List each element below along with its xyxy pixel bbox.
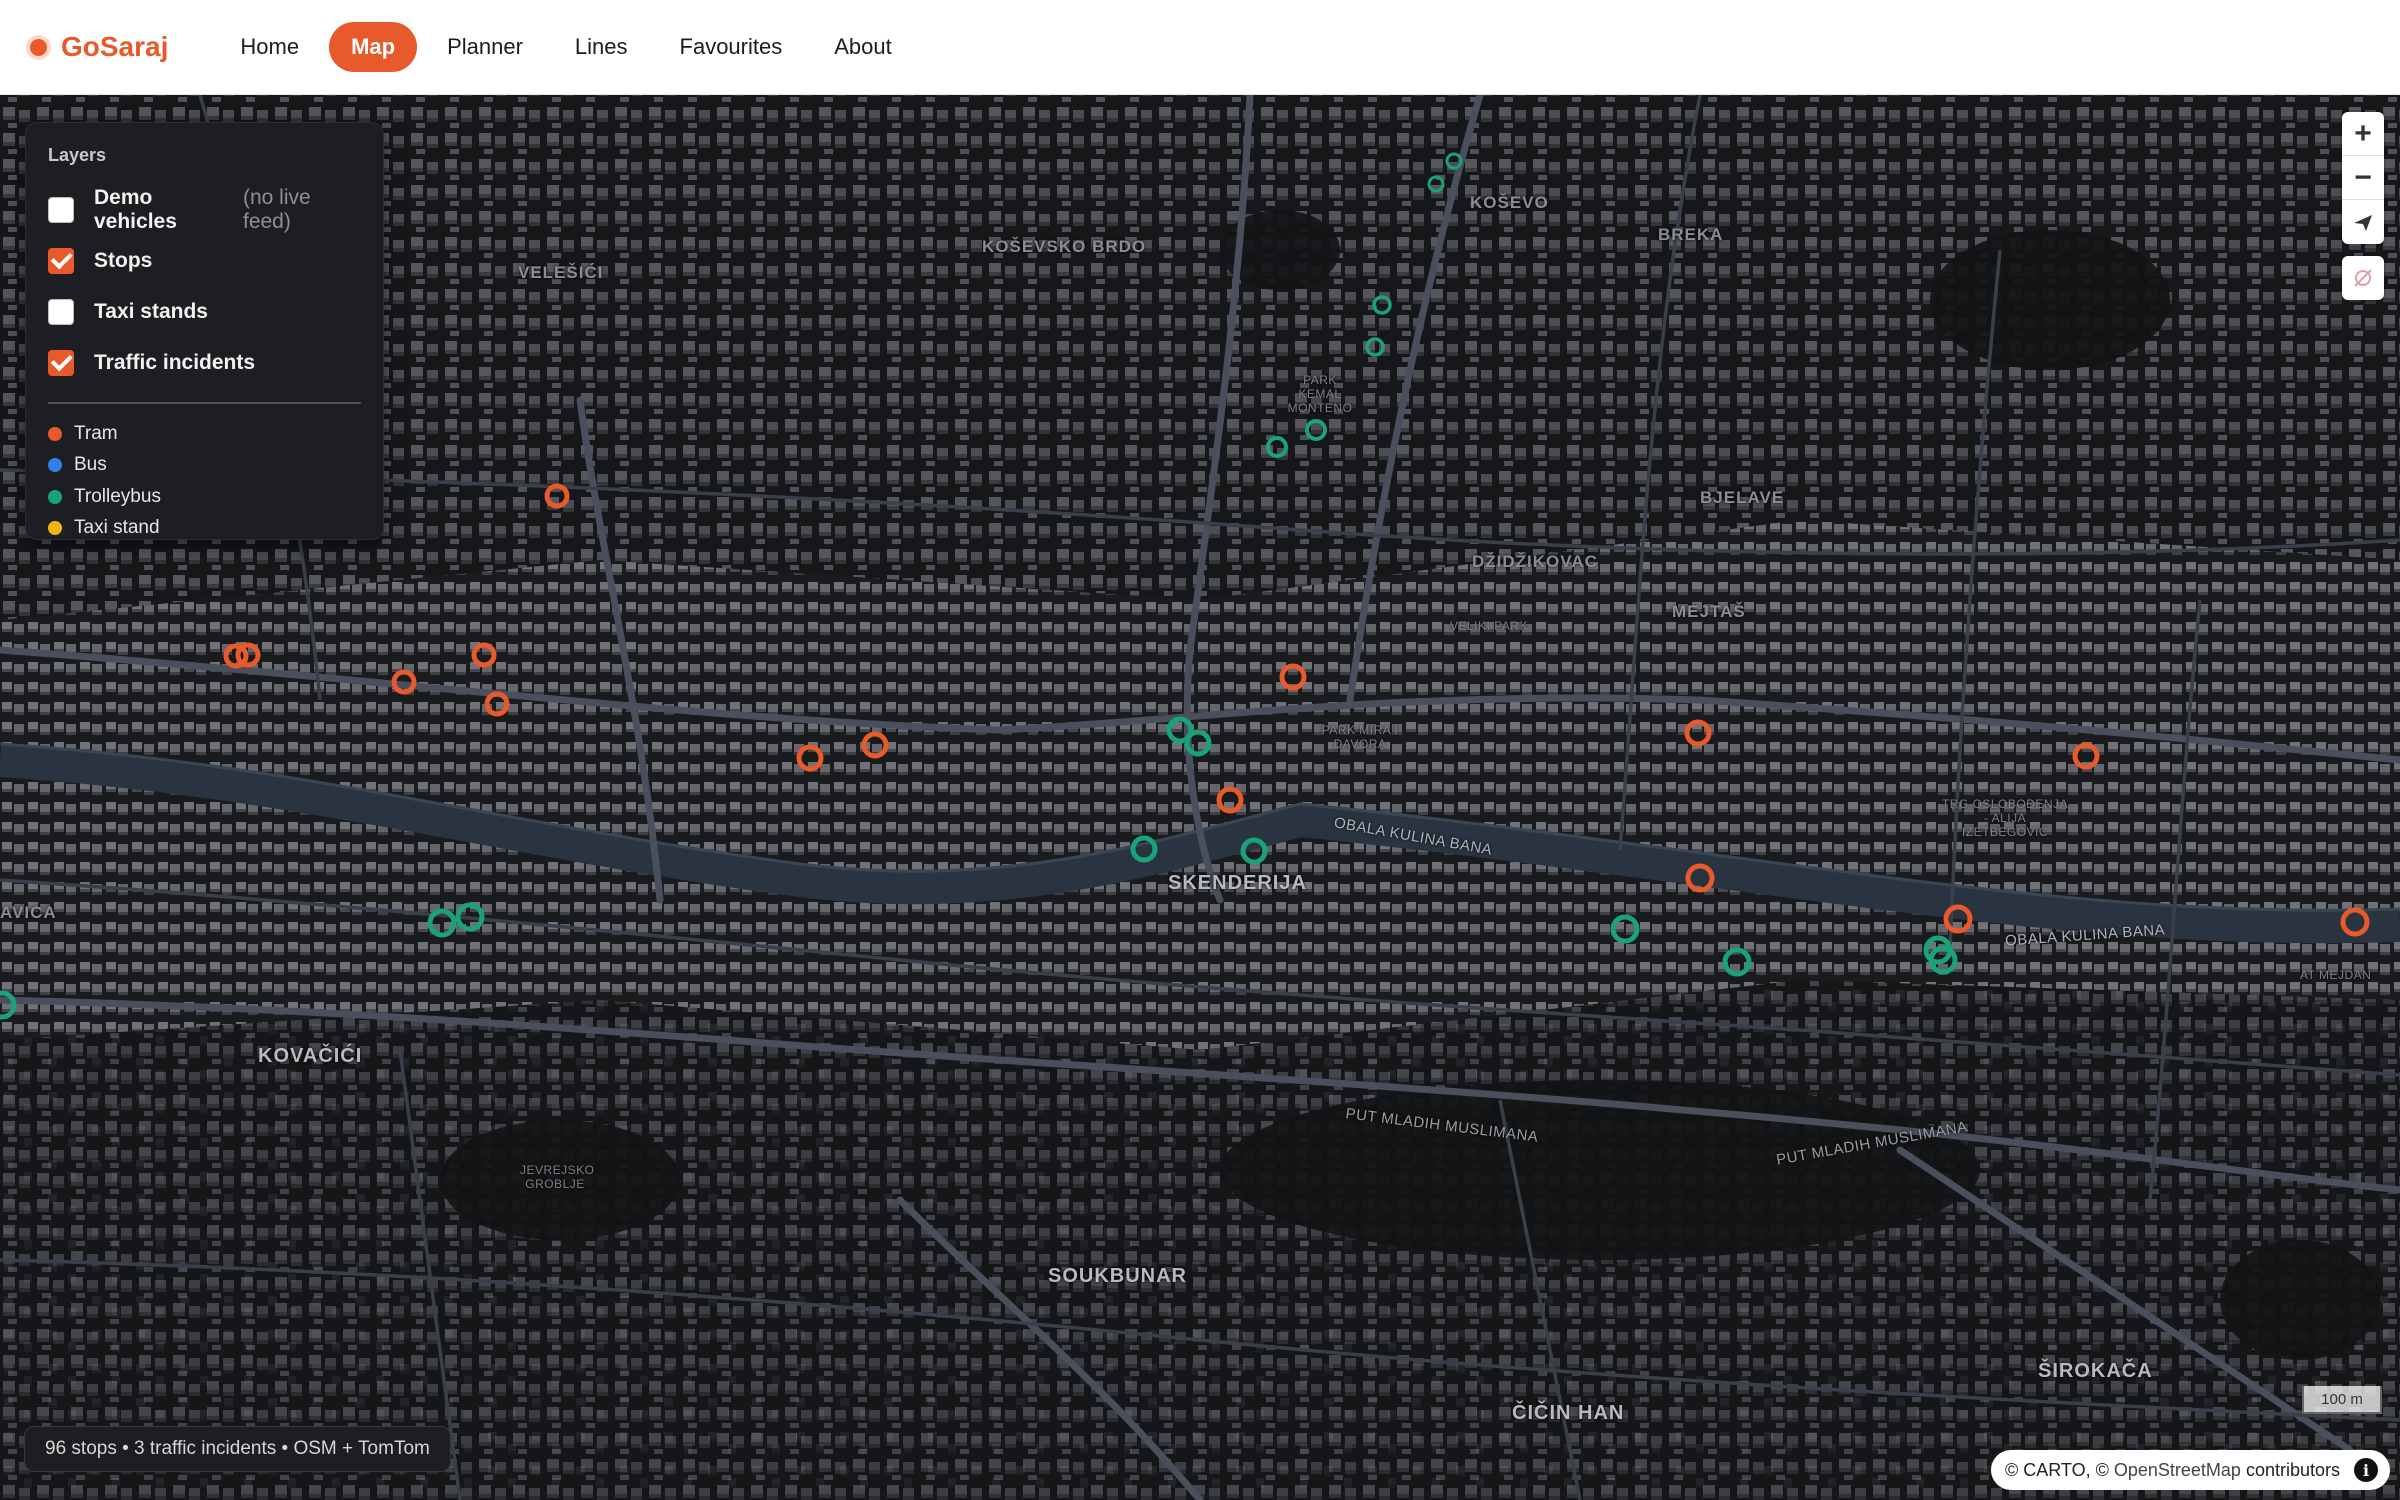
layers-divider [48,402,361,404]
legend-item-tram: Tram [48,418,361,450]
osm-link[interactable]: OpenStreetMap [2114,1460,2241,1481]
geolocate-button[interactable] [2342,256,2384,300]
label-dzidzikovac: DŽIDŽIKOVAC [1472,552,1598,571]
zoom-out-button[interactable]: − [2342,156,2384,200]
legend-label: Taxi stand [74,517,160,539]
label-at-mejdan: AT MEJDAN [2300,968,2372,982]
layers-panel: Layers Demo vehicles (no live feed) Stop… [25,122,384,540]
layers-title: Layers [48,145,107,165]
trolleybus-dot-icon [48,489,62,504]
traffic-incidents-checkbox[interactable] [48,349,74,376]
nav-map[interactable]: Map [329,22,418,72]
nav-about[interactable]: About [812,22,914,72]
layer-toggle-stops[interactable]: Stops [48,235,361,286]
label-soukbunar: SOUKBUNAR [1048,1265,1187,1287]
compass-button[interactable] [2342,200,2384,244]
legend-label: Bus [74,454,107,476]
bus-dot-icon [48,458,62,473]
layer-toggle-traffic-incidents[interactable]: Traffic incidents [48,337,361,388]
legend-item-bus: Bus [48,450,361,482]
label-park-kemal: PARK KEMAL MONTENO [1287,373,1353,415]
nav-favourites[interactable]: Favourites [658,22,805,72]
layer-label: Stops [94,248,153,272]
main-nav: Home Map Planner Lines Favourites About [218,22,913,72]
compass-icon [2354,215,2372,231]
layer-toggle-demo-vehicles[interactable]: Demo vehicles (no live feed) [48,184,361,235]
layer-toggle-taxi-stands[interactable]: Taxi stands [48,286,361,337]
label-breka: BREKA [1658,225,1724,244]
layer-label: Taxi stands [94,299,208,323]
brand-logo[interactable]: GoSaraj [30,31,168,63]
label-jevrejsko-groblje: JEVREJSKO GROBLJE [520,1163,595,1191]
label-park-mira: PARK MIRA I DAVORA [1321,723,1399,751]
legend-label: Tram [74,422,118,444]
layer-label: Demo vehicles [94,185,177,233]
info-icon[interactable]: i [2354,1458,2378,1482]
brand-dot-icon [30,38,47,56]
label-kosevo: KOŠEVO [1470,193,1549,212]
layer-note: (no live feed) [242,185,311,233]
label-skenderija: SKENDERIJA [1168,872,1307,894]
label-avica: AVICA [0,903,57,922]
tram-dot-icon [48,426,62,441]
nav-lines[interactable]: Lines [553,22,650,72]
label-cicin-han: ČIČIN HAN [1512,1402,1625,1424]
taxi-stand-dot-icon [48,521,62,536]
map-nav-controls: + − [2342,112,2384,244]
legend-item-taxi-stand: Taxi stand [48,513,361,545]
label-velesici: VELEŠIĆI [518,263,604,282]
label-trg: TRG OSLOBOĐENJA - ALIJA IZETBEGOVIĆ [1941,797,2069,839]
nav-planner[interactable]: Planner [425,22,545,72]
attribution-suffix: contributors [2245,1459,2340,1480]
top-navbar: GoSaraj Home Map Planner Lines Favourite… [0,0,2400,95]
label-veliki-park: VELIKI PARK [1450,619,1528,633]
attribution-prefix: © CARTO, © [2004,1459,2109,1480]
label-kovacici: KOVAČIĆI [258,1045,363,1067]
brand-name: GoSaraj [61,31,169,62]
map-attribution: © CARTO, © OpenStreetMap contributors i [1990,1450,2390,1490]
label-sirokaca: ŠIROKAČA [2038,1360,2153,1382]
nav-home[interactable]: Home [218,22,321,72]
taxi-stands-checkbox[interactable] [48,298,74,325]
app-root: GoSaraj Home Map Planner Lines Favourite… [0,0,2400,1500]
map-status-bar: 96 stops • 3 traffic incidents • OSM + T… [24,1426,451,1472]
legend-label: Trolleybus [74,485,161,507]
legend-item-trolleybus: Trolleybus [48,481,361,513]
map-scale: 100 m [2302,1386,2382,1414]
stops-checkbox[interactable] [48,247,74,274]
label-bjelave: BJELAVE [1700,488,1785,507]
label-kosevsko-brdo: KOŠEVSKO BRDO [982,237,1147,256]
location-disabled-icon [2354,269,2372,287]
zoom-in-button[interactable]: + [2342,112,2384,156]
layer-label: Traffic incidents [94,350,256,374]
demo-vehicles-checkbox[interactable] [48,196,74,223]
label-mejtas: MEJTAŠ [1672,602,1746,621]
